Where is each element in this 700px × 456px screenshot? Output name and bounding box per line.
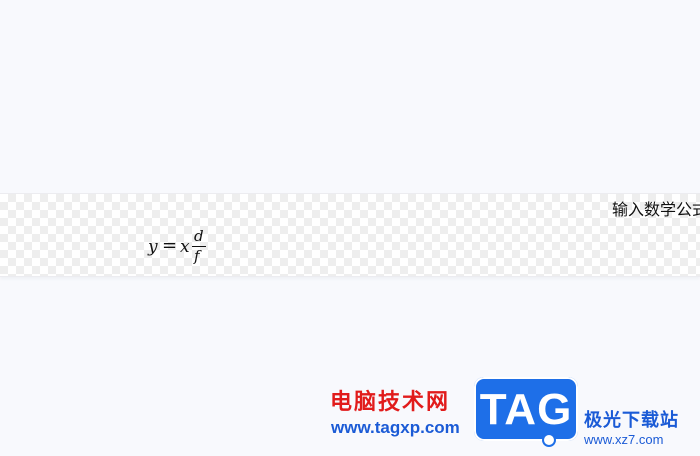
tag-logo: TAG — [474, 377, 578, 447]
formula-placeholder: 输入数学公式 — [611, 200, 700, 219]
formula-numerator: d — [194, 227, 204, 245]
formula-preview[interactable]: y = x d f — [148, 227, 210, 273]
formula-equals: = — [162, 235, 178, 256]
site-name: 极光下载站 — [584, 410, 679, 431]
tag-logo-text: TAG — [479, 385, 573, 434]
logo-dot-icon — [542, 433, 556, 447]
formula-denominator: f — [194, 247, 200, 265]
formula-x: x — [180, 237, 190, 257]
app-canvas: 输入数学公式 y = x d f 电脑技术网 www.tagxp.com TAG… — [0, 0, 700, 456]
watermark-title: 电脑技术网 — [330, 390, 451, 415]
formula-editor[interactable]: 输入数学公式 y = x d f — [0, 193, 700, 277]
site-url: www.xz7.com — [584, 432, 664, 447]
formula-lhs: y — [148, 237, 158, 257]
watermark-url: www.tagxp.com — [331, 418, 460, 437]
